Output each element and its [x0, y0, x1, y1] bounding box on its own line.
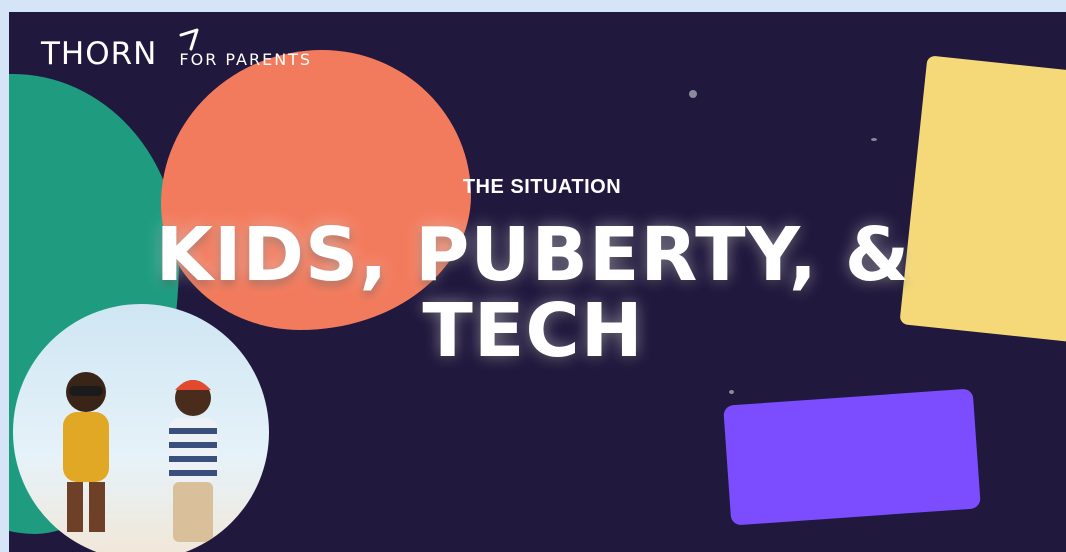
- child-girl-figure: [63, 372, 109, 532]
- hero-title-line-2: TECH: [422, 288, 644, 374]
- video-frame[interactable]: THORN FOR PARENTS THE SITUATION KIDS, PU…: [9, 12, 1066, 552]
- hero-title: KIDS, PUBERTY, & TECH: [9, 217, 1066, 369]
- child-boy-figure: [169, 380, 217, 542]
- speck: [871, 138, 877, 141]
- purple-rectangle: [723, 388, 981, 526]
- hero-title-line-1: KIDS, PUBERTY, &: [155, 212, 911, 298]
- arrow-icon: [179, 28, 199, 51]
- speck: [729, 390, 734, 394]
- page-frame: THORN FOR PARENTS THE SITUATION KIDS, PU…: [0, 0, 1066, 552]
- section-eyebrow: THE SITUATION: [462, 176, 622, 198]
- brand-name: THORN: [41, 36, 158, 72]
- speck: [689, 90, 697, 98]
